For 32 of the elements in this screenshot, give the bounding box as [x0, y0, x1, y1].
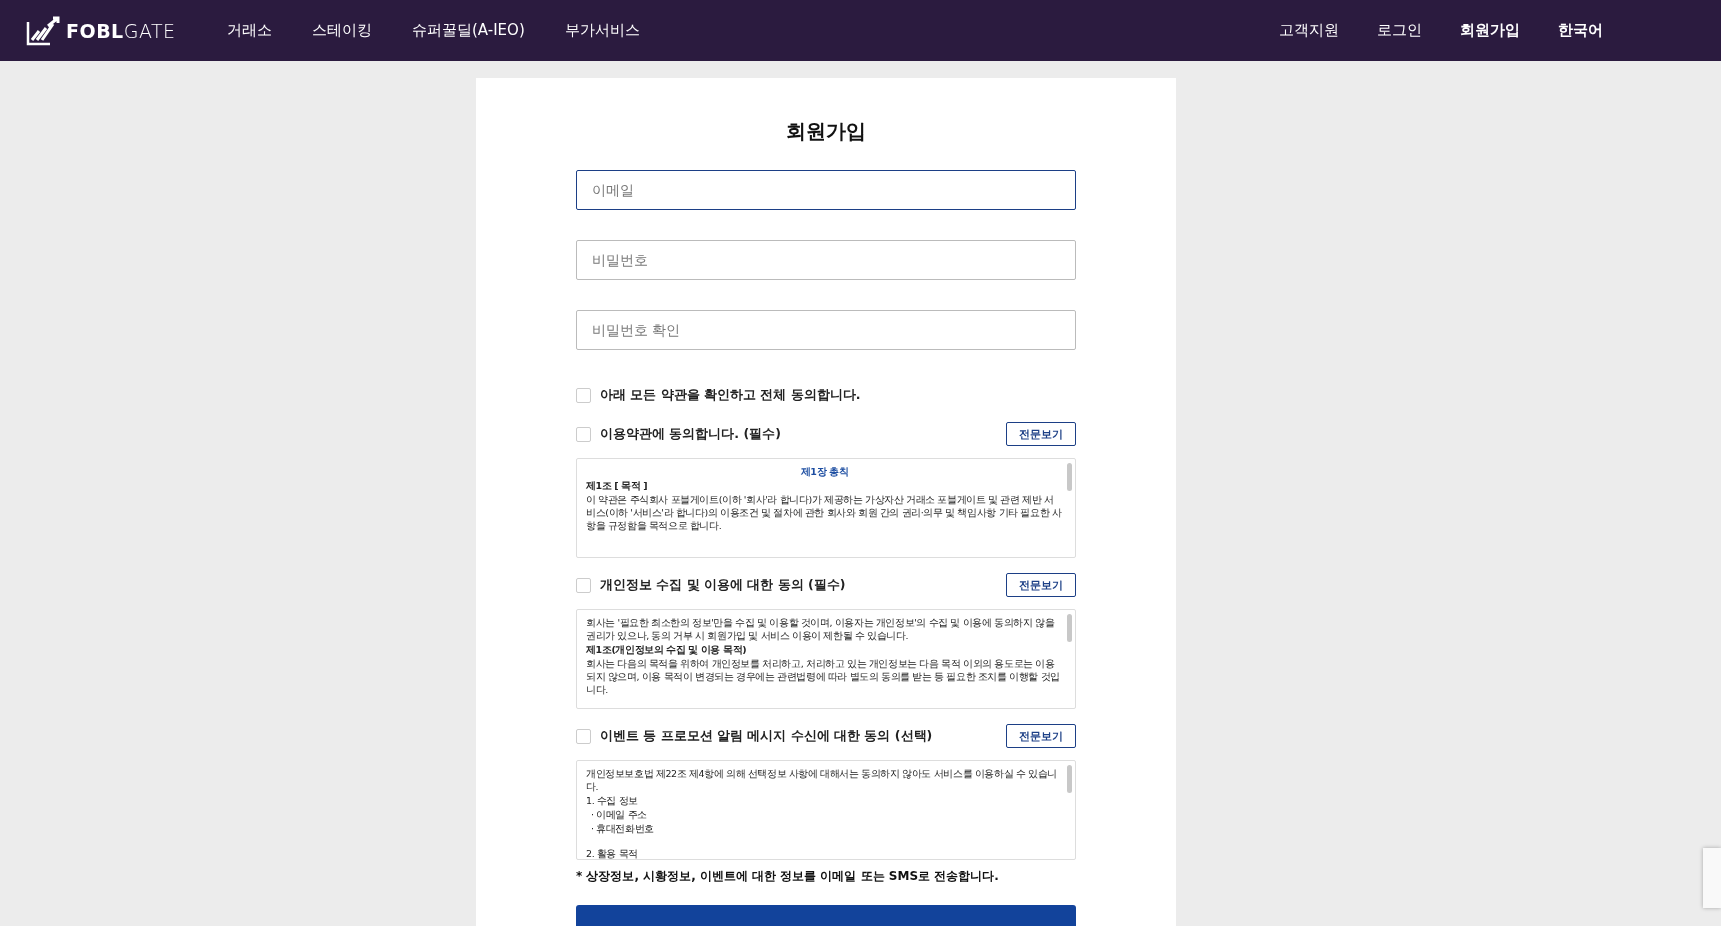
terms-text: · 이메일 주소	[590, 808, 648, 821]
nav-link[interactable]: 슈퍼꿀딜(A-IEO)	[412, 21, 525, 40]
checkbox-label: 이벤트 등 프로모션 알림 메시지 수신에 대한 동의 (선택)	[600, 727, 933, 745]
checkbox-label: 아래 모든 약관을 확인하고 전체 동의합니다.	[600, 386, 861, 404]
nav-link[interactable]: 로그인	[1377, 21, 1422, 40]
view-full-button[interactable]: 전문보기	[1006, 573, 1076, 597]
terms-text: 개인정보보호법 제22조 제4항에 의해 선택정보 사항에 대해서는 동의하지 않아도 서비스를 이용하실 수 있습니다.	[586, 767, 1058, 793]
input-field[interactable]: 이메일	[576, 170, 1076, 210]
terms-text: 제1장 총칙	[799, 465, 850, 478]
terms-text: 이 약관은 주식회사 포블게이트(이하 '회사'라 합니다)가 제공하는 가상자산 거래소 포블게이트 및 관련 제반 서비스(이하 '서비스'라 합니다)의 이용조건 및 절차에 관한 회사와 회원 간의 권리·의무 및 책임사항 기타 필요한 사항을 규정함을 목적으로 합니다.	[586, 493, 1063, 532]
nav-link[interactable]: 고객지원	[1279, 21, 1339, 40]
page-title: 회원가입	[786, 118, 866, 145]
input-field[interactable]: 비밀번호 확인	[576, 310, 1076, 350]
nav-link[interactable]: 회원가입	[1460, 21, 1520, 40]
terms-text: 1. 수집 정보	[586, 794, 639, 807]
nav-link[interactable]: 거래소	[227, 21, 272, 40]
checkbox-label: 이용약관에 동의합니다. (필수)	[600, 425, 781, 443]
input-field[interactable]: 비밀번호	[576, 240, 1076, 280]
terms-text: · 휴대전화번호	[590, 822, 655, 835]
terms-text: 회사는 '필요한 최소한의 정보'만을 수집 및 이용할 것이며, 이용자는 개인정보'의 수집 및 이용에 동의하지 않을 권리가 있으나, 동의 거부 시 회원가입 및 서비스 이용이 제한될 수 있습니다.	[586, 616, 1056, 642]
view-full-button[interactable]: 전문보기	[1006, 724, 1076, 748]
terms-text: 제1조 [ 목적 ]	[586, 479, 649, 492]
logo-text: FOBLGATE	[66, 19, 176, 42]
checkbox-label: 개인정보 수집 및 이용에 대한 동의 (필수)	[600, 576, 846, 594]
view-full-button[interactable]: 전문보기	[1006, 422, 1076, 446]
nav-link[interactable]: 부가서비스	[564, 21, 640, 40]
terms-text: 제1조(개인정보의 수집 및 이용 목적)	[586, 643, 748, 656]
nav-link[interactable]: 스테이킹	[312, 21, 372, 40]
nav-link[interactable]: 한국어	[1558, 21, 1603, 40]
terms-text: 2. 활용 목적	[586, 847, 639, 859]
notice-text: * 상장정보, 시황정보, 이벤트에 대한 정보를 이메일 또는 SMS로 전송합니다.	[576, 868, 1000, 885]
terms-text: 회사는 다음의 목적을 위하여 개인정보를 처리하고, 처리하고 있는 개인정보는 다음 목적 이외의 용도로는 이용되지 않으며, 이용 목적이 변경되는 경우에는 관련법령에 따라 별도의 동의를 받는 등 필요한 조치를 이행할 것입니다.	[586, 657, 1061, 696]
